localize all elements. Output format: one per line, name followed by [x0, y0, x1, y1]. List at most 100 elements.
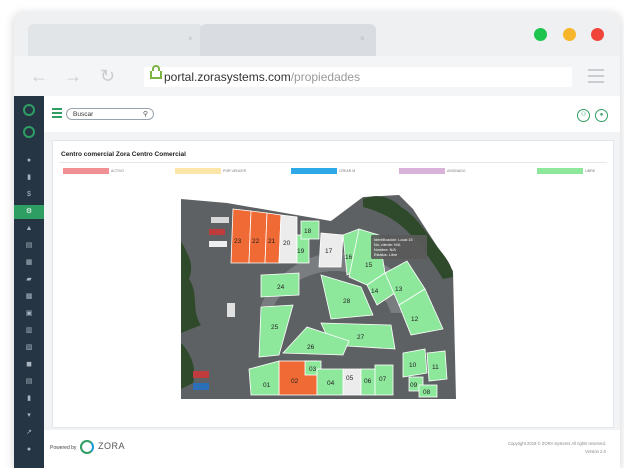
sidebar-alert-icon[interactable]: ▲	[14, 222, 44, 236]
reload-icon[interactable]: ↻	[100, 66, 115, 87]
powered-by-text: Powered by	[50, 445, 77, 451]
close-tab-icon[interactable]: ×	[188, 34, 193, 43]
property-map-card: Centro comercial Zora Centro Comercial A…	[52, 140, 614, 428]
minimize-dot[interactable]	[562, 28, 576, 41]
lot-05[interactable]	[342, 368, 362, 396]
parked-car	[193, 371, 209, 378]
legend-asignado: ASIGNADO	[399, 168, 465, 174]
search-placeholder: Buscar	[73, 111, 94, 118]
browser-window: × × ← → ↻ portal.zorasystems.com/propied…	[14, 12, 620, 468]
lot-label: 14	[371, 288, 379, 295]
browser-tab-2[interactable]: ×	[200, 24, 376, 56]
sidebar-file-icon[interactable]: ▣	[14, 307, 44, 321]
sidebar-calendar-icon[interactable]: ▥	[14, 324, 44, 338]
lot-label: 27	[357, 334, 365, 341]
lot-label: 08	[423, 389, 431, 396]
legend-label: ASIGNADO	[447, 168, 466, 173]
lot-label: 07	[379, 376, 387, 383]
maximize-dot[interactable]	[534, 28, 548, 41]
lot-label: 22	[252, 238, 260, 245]
legend-label: POR VENCER	[223, 168, 247, 173]
version-text: Versión 2.0	[585, 449, 606, 454]
sidebar-table-icon[interactable]: ▤	[14, 375, 44, 389]
users-notification-icon[interactable]: ⚇	[577, 109, 590, 122]
sidebar-box-icon[interactable]: ◼	[14, 358, 44, 372]
parked-car	[211, 217, 229, 223]
address-bar: ← → ↻ portal.zorasystems.com/propiedades	[14, 56, 620, 96]
tooltip-line: Identificación: Local 15	[374, 238, 413, 242]
tooltip-line: Nombre: N/A	[374, 248, 396, 252]
hamburger-menu-icon[interactable]	[52, 108, 62, 120]
sidebar: ● ▮ $ ⚙ ▲ ▤ ▦ ▰ ▩ ▣ ▥ ▧ ◼ ▤ ▮ ▾ ↗ ●	[14, 96, 44, 468]
lot-label: 17	[325, 248, 333, 255]
lot-label: 04	[327, 380, 335, 387]
legend-swatch	[63, 168, 109, 174]
sidebar-cart-icon[interactable]: ▾	[14, 409, 44, 423]
url-field[interactable]: portal.zorasystems.com/propiedades	[144, 65, 572, 87]
copyright-block: Copyright 2018 © ZORA Systems All rights…	[508, 440, 606, 456]
lot-label: 03	[309, 366, 317, 373]
lot-22[interactable]	[248, 210, 268, 264]
sidebar-folder-icon[interactable]: ▰	[14, 273, 44, 287]
legend-libre: LIBRE	[537, 168, 595, 174]
sidebar-doc-icon[interactable]: ▤	[14, 239, 44, 253]
lot-20[interactable]	[278, 214, 298, 264]
lot-label: 24	[277, 284, 285, 291]
search-icon[interactable]: ⚲	[143, 109, 148, 121]
search-input[interactable]: Buscar ⚲	[66, 108, 154, 120]
zora-brand: ZORA	[98, 441, 126, 451]
sidebar-report-icon[interactable]: ▦	[14, 256, 44, 270]
sidebar-dollar-icon[interactable]: $	[14, 188, 44, 202]
sidebar-grid-icon[interactable]: ▩	[14, 290, 44, 304]
lot-label: 16	[345, 254, 353, 261]
browser-menu-icon[interactable]	[588, 69, 604, 87]
lot-label: 28	[343, 298, 351, 305]
title-divider	[59, 162, 607, 163]
legend-swatch	[399, 168, 445, 174]
user-profile-icon[interactable]: ●	[595, 109, 608, 122]
forward-arrow-icon[interactable]: →	[64, 66, 82, 87]
back-arrow-icon[interactable]: ←	[30, 66, 48, 87]
sidebar-list-icon[interactable]: ▧	[14, 341, 44, 355]
window-controls	[523, 28, 604, 46]
tooltip-line: No. cliente: N/A	[374, 243, 401, 247]
close-tab-icon[interactable]: ×	[360, 34, 365, 43]
legend-swatch	[537, 168, 583, 174]
site-plan-map: 23 22 21 20 19 18 17 16 15 14 13 12 24 2…	[181, 195, 456, 399]
copyright-text: Copyright 2018 © ZORA Systems All rights…	[507, 441, 606, 446]
app-area: ● ▮ $ ⚙ ▲ ▤ ▦ ▰ ▩ ▣ ▥ ▧ ◼ ▤ ▮ ▾ ↗ ● Busc…	[14, 96, 620, 468]
sidebar-properties-icon[interactable]: ⚙	[14, 205, 44, 219]
lot-23[interactable]	[230, 208, 252, 264]
lot-label: 13	[395, 286, 403, 293]
sidebar-chart-icon[interactable]: ▮	[14, 392, 44, 406]
zora-ring-icon	[80, 440, 94, 454]
account-icon[interactable]	[23, 126, 35, 138]
lot-label: 10	[409, 362, 417, 369]
lot-label: 12	[411, 316, 419, 323]
lot-label: 21	[268, 238, 276, 245]
app-logo-icon[interactable]	[23, 104, 35, 116]
close-dot[interactable]	[591, 28, 604, 41]
lot-label: 01	[263, 382, 271, 389]
parked-car	[193, 383, 209, 390]
parked-car	[209, 241, 227, 247]
lock-icon	[150, 65, 162, 79]
sidebar-stats-icon[interactable]: ▮	[14, 171, 44, 185]
lot-label: 02	[291, 378, 299, 385]
browser-tab-bar: × ×	[14, 12, 620, 56]
url-host: portal.zorasystems.com	[164, 70, 291, 84]
lot-label: 15	[365, 262, 373, 269]
lot-label: 20	[283, 240, 291, 247]
sidebar-home-icon[interactable]: ●	[14, 154, 44, 168]
legend-crear: CREAR M	[291, 168, 355, 174]
lot-label: 23	[234, 238, 242, 245]
legend-swatch	[291, 168, 337, 174]
lot-tooltip: Identificación: Local 15 No. cliente: N/…	[371, 235, 427, 259]
legend-label: CREAR M	[339, 168, 356, 173]
lot-label: 06	[364, 378, 372, 385]
sidebar-settings-icon[interactable]: ●	[14, 443, 44, 457]
sidebar-trend-icon[interactable]: ↗	[14, 426, 44, 440]
browser-tab-1[interactable]: ×	[28, 24, 204, 56]
page-title: Centro comercial Zora Centro Comercial	[61, 151, 186, 158]
lot-label: 09	[410, 382, 418, 389]
